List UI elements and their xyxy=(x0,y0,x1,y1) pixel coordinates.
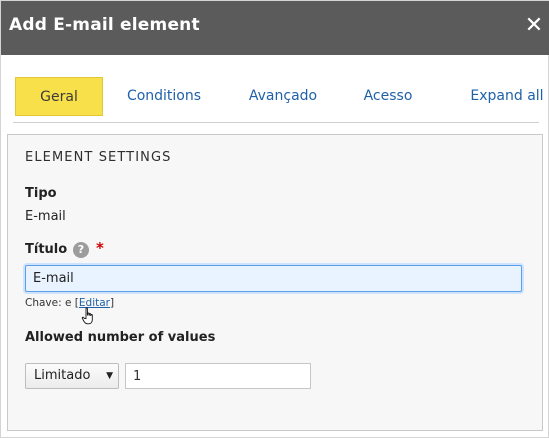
tab-acesso[interactable]: Acesso xyxy=(356,77,420,116)
tab-avancado[interactable]: Avançado xyxy=(241,77,325,116)
required-marker: * xyxy=(96,239,104,257)
add-email-element-dialog: Add E-mail element ✕ Geral Conditions Av… xyxy=(0,0,549,438)
tab-label: Conditions xyxy=(126,88,202,104)
hand-pointer-icon xyxy=(81,307,93,325)
cardinality-number-input[interactable] xyxy=(125,363,311,389)
chevron-down-icon: ▼ xyxy=(106,371,113,381)
key-prefix: Chave: e xyxy=(25,297,72,309)
allowed-values-label: Allowed number of values xyxy=(25,330,216,345)
titulo-label: Título xyxy=(25,242,68,257)
tab-geral[interactable]: Geral xyxy=(15,77,103,116)
cardinality-select-value: Limitado xyxy=(34,368,91,383)
expand-all-link[interactable]: Expand all xyxy=(465,77,549,116)
tab-divider xyxy=(13,122,539,123)
dialog-title: Add E-mail element xyxy=(9,15,200,35)
machine-key-line: Chave: e [Editar] xyxy=(25,297,114,309)
tipo-value: E-mail xyxy=(25,209,66,224)
help-icon[interactable]: ? xyxy=(73,242,89,258)
dialog-titlebar: Add E-mail element ✕ xyxy=(1,1,549,55)
tab-conditions[interactable]: Conditions xyxy=(119,77,209,116)
tab-label: Avançado xyxy=(248,88,318,104)
tab-label: Acesso xyxy=(363,88,413,104)
titulo-input[interactable] xyxy=(25,265,522,292)
panel-heading: ELEMENT SETTINGS xyxy=(25,150,172,165)
key-bracket-close: ] xyxy=(109,297,115,309)
cardinality-select[interactable]: Limitado ▼ xyxy=(25,363,119,389)
close-button[interactable]: ✕ xyxy=(522,13,546,39)
expand-all-label: Expand all xyxy=(470,88,544,104)
element-settings-panel: ELEMENT SETTINGS Tipo E-mail Título ? * … xyxy=(7,134,543,431)
tab-label: Geral xyxy=(40,89,78,105)
tab-bar: Geral Conditions Avançado Acesso Expand … xyxy=(1,55,549,123)
close-icon: ✕ xyxy=(524,13,544,38)
tipo-label: Tipo xyxy=(25,186,57,201)
